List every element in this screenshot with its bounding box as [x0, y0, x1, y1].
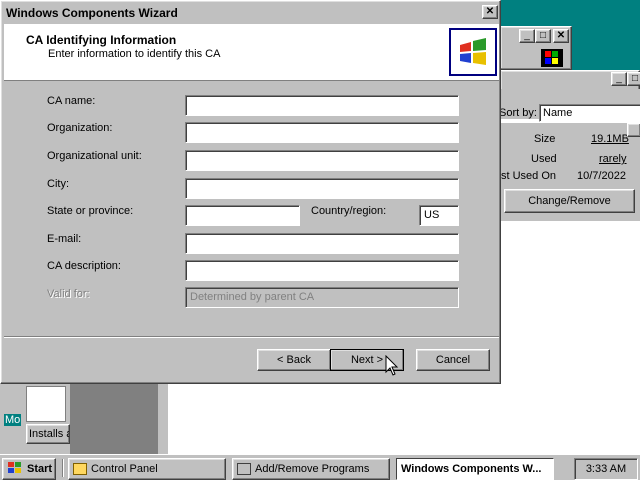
installs-button-fragment[interactable]: Installs a [26, 424, 70, 444]
wizard-title: Windows Components Wizard [6, 6, 178, 20]
sort-by-label: Sort by: [499, 107, 537, 119]
close-icon: ✕ [485, 6, 495, 17]
close-button[interactable]: ✕ [553, 29, 569, 43]
back-button[interactable]: < Back [257, 349, 331, 371]
windows-logo-icon [449, 28, 497, 76]
org-unit-input[interactable] [185, 150, 459, 171]
taskbar-control-panel[interactable]: Control Panel [68, 458, 226, 480]
org-unit-label: Organizational unit: [47, 150, 142, 162]
sort-by-select[interactable]: Name [539, 104, 640, 122]
wizard-header: CA Identifying Information Enter informa… [4, 24, 499, 81]
valid-for-label: Valid for: [47, 288, 90, 300]
add-remove-programs-window: _ □ Sort by: Name Size 19.1MB Used rarel… [499, 70, 640, 456]
minimize-button[interactable]: _ [611, 72, 627, 86]
organization-label: Organization: [47, 122, 113, 134]
maximize-button[interactable]: □ [535, 29, 551, 43]
used-value[interactable]: rarely [599, 153, 627, 165]
ca-name-input[interactable] [185, 95, 459, 116]
state-label: State or province: [47, 205, 134, 217]
start-button[interactable]: Start [2, 458, 56, 480]
city-input[interactable] [185, 178, 459, 199]
taskbar-add-remove-programs[interactable]: Add/Remove Programs [232, 458, 390, 480]
ca-description-label: CA description: [47, 260, 121, 272]
email-label: E-mail: [47, 233, 82, 245]
background-fragment: Mo [4, 414, 22, 426]
last-used-value: 10/7/2022 [577, 170, 626, 182]
sort-by-value: Name [543, 107, 573, 119]
valid-for-input: Determined by parent CA [185, 287, 459, 308]
city-label: City: [47, 178, 69, 190]
size-value[interactable]: 19.1MB [591, 133, 629, 145]
organization-input[interactable] [185, 122, 459, 143]
minimize-button[interactable]: _ [519, 29, 535, 43]
control-panel-icon [73, 463, 87, 475]
country-label: Country/region: [311, 205, 387, 217]
header-subtitle: Enter information to identify this CA [48, 48, 221, 60]
size-label: Size [534, 133, 556, 145]
mouse-cursor-icon [385, 354, 399, 380]
header-title: CA Identifying Information [26, 33, 177, 47]
used-label: Used [531, 153, 557, 165]
cancel-button[interactable]: Cancel [416, 349, 490, 371]
ca-name-label: CA name: [47, 95, 96, 107]
wizard-titlebar[interactable]: Windows Components Wizard [3, 3, 498, 23]
taskbar: Start Control Panel Add/Remove Programs … [0, 454, 640, 480]
change-remove-button[interactable]: Change/Remove [504, 189, 635, 213]
email-input[interactable] [185, 233, 459, 254]
ca-description-input[interactable] [185, 260, 459, 281]
country-input[interactable]: US [419, 205, 459, 226]
add-remove-programs-icon [237, 463, 251, 475]
last-used-label: st Used On [501, 170, 557, 182]
windows-icon [541, 49, 563, 67]
divider [4, 336, 499, 338]
windows-flag-icon [7, 461, 23, 478]
system-tray-clock: 3:33 AM [574, 458, 638, 480]
close-button[interactable]: ✕ [482, 5, 498, 19]
taskbar-windows-components-wizard[interactable]: Windows Components W... [396, 458, 554, 480]
windows-components-wizard: Windows Components Wizard ✕ CA Identifyi… [0, 0, 501, 384]
state-input[interactable] [185, 205, 300, 226]
background-window-small: _ □ ✕ [500, 26, 572, 70]
maximize-button[interactable]: □ [627, 72, 640, 86]
